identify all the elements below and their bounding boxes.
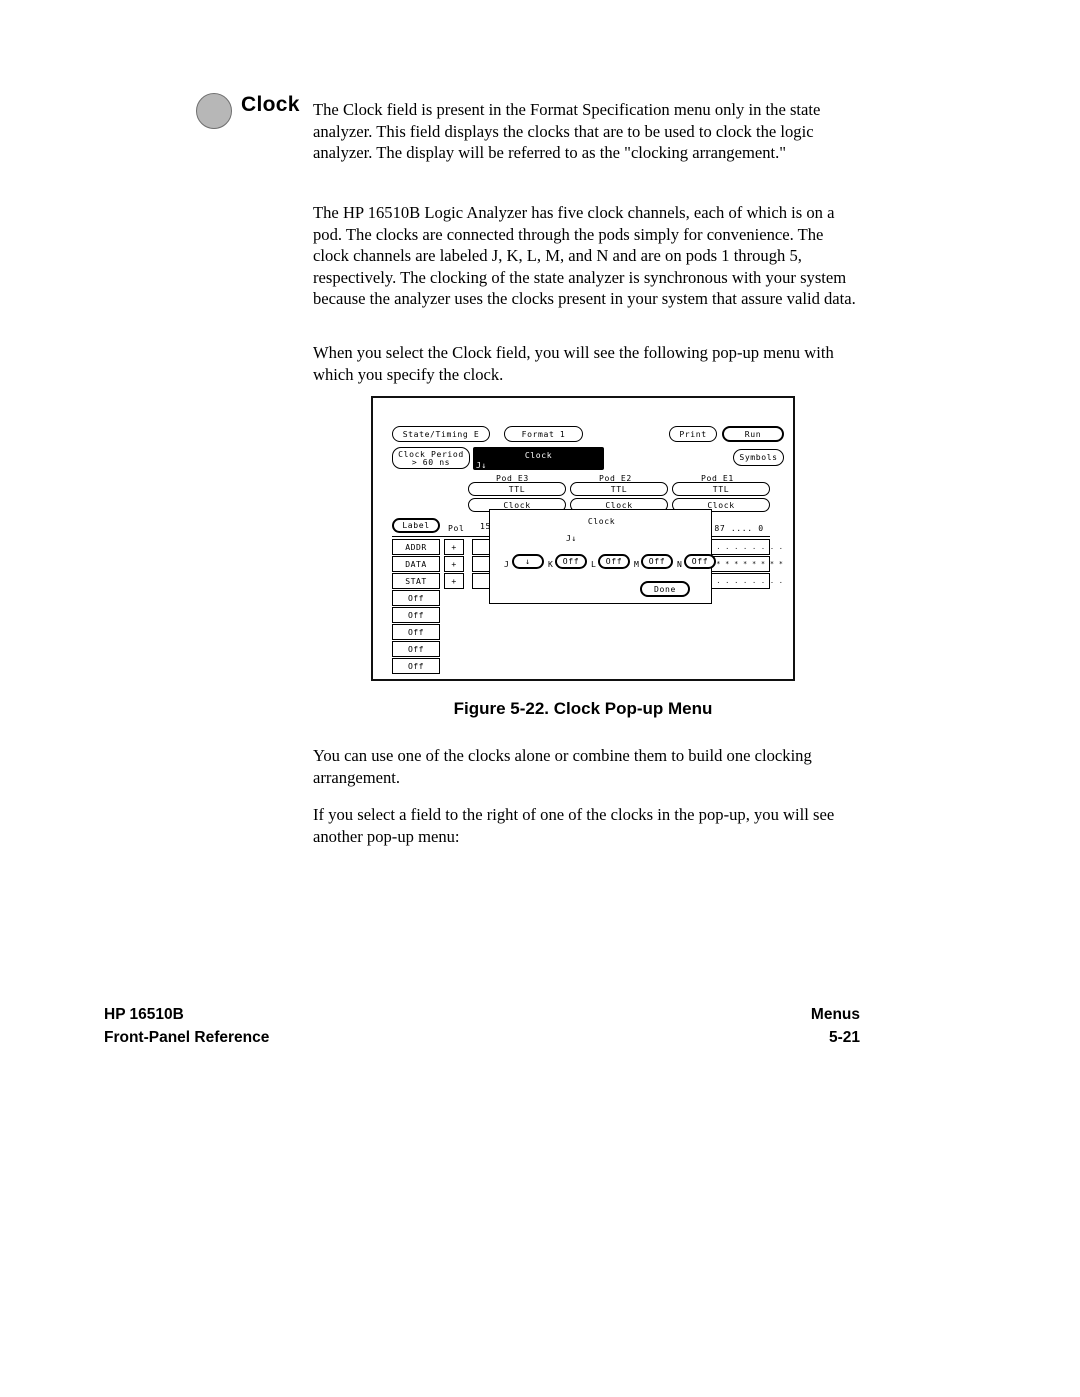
clock-n-field[interactable]: Off (684, 554, 716, 569)
clock-period-field[interactable]: Clock Period > 60 ns (392, 447, 470, 469)
pol-row-data[interactable]: + (444, 556, 464, 572)
figure-screenshot-frame: State/Timing E Format 1 Print Run Symbol… (371, 396, 795, 681)
paragraph-text: The Clock field is present in the Format… (313, 100, 821, 162)
gray-circle-bullet-icon (196, 93, 232, 129)
footer-section: Menus (810, 1006, 860, 1023)
page-footer: HP 16510B Menus Front-Panel Reference 5-… (104, 1003, 860, 1049)
footer-product: HP 16510B (104, 1006, 184, 1023)
footer-row-top: HP 16510B Menus (104, 1003, 860, 1026)
footer-row-bottom: Front-Panel Reference 5-21 (104, 1026, 860, 1049)
paragraph-popup-intro: When you select the Clock field, you wil… (313, 342, 859, 385)
analyzer-screen: State/Timing E Format 1 Print Run Symbol… (380, 406, 786, 674)
clock-field-selected[interactable]: Clock J↓ (473, 447, 604, 470)
paragraph-clock-channels: The HP 16510B Logic Analyzer has five cl… (313, 202, 859, 310)
popup-title: Clock (587, 516, 616, 526)
page-title: Clock (241, 93, 300, 116)
label-button[interactable]: Label (392, 518, 440, 533)
pod-threshold-e2[interactable]: TTL (570, 482, 668, 496)
label-row-off-5[interactable]: Off (392, 658, 440, 674)
label-row-off-4[interactable]: Off (392, 641, 440, 657)
clock-field-title: Clock (524, 450, 553, 460)
clock-field-arrangement: J↓ (476, 460, 487, 470)
clock-n-label: N (677, 559, 683, 569)
clock-j-field[interactable]: ↓ (512, 554, 544, 569)
figure-caption: Figure 5-22. Clock Pop-up Menu (453, 699, 713, 718)
clock-k-field[interactable]: Off (555, 554, 587, 569)
symbols-button[interactable]: Symbols (733, 449, 784, 466)
section-heading: Clock (196, 92, 316, 129)
paragraph-combine-clocks: You can use one of the clocks alone or c… (313, 745, 859, 788)
paragraph-text: You can use one of the clocks alone or c… (313, 746, 812, 787)
clock-m-field[interactable]: Off (641, 554, 673, 569)
pod-threshold-e3[interactable]: TTL (468, 482, 566, 496)
pol-row-stat[interactable]: + (444, 573, 464, 589)
footer-page-number: 5-21 (828, 1029, 860, 1046)
clock-period-value: > 60 ns (411, 457, 451, 467)
label-row-data[interactable]: DATA (392, 556, 440, 572)
paragraph-clock-field: The Clock field is present in the Format… (313, 99, 859, 164)
paragraph-text: The HP 16510B Logic Analyzer has five cl… (313, 203, 856, 308)
paragraph-text: If you select a field to the right of on… (313, 805, 835, 846)
label-row-off-1[interactable]: Off (392, 590, 440, 606)
pol-row-addr[interactable]: + (444, 539, 464, 555)
menu-select-field[interactable]: Format 1 (504, 426, 583, 442)
pod-threshold-e1[interactable]: TTL (672, 482, 770, 496)
clock-l-field[interactable]: Off (598, 554, 630, 569)
analyzer-select-field[interactable]: State/Timing E (392, 426, 490, 442)
paragraph-text: When you select the Clock field, you wil… (313, 343, 834, 384)
print-button[interactable]: Print (669, 426, 717, 442)
clock-k-label: K (548, 559, 554, 569)
label-row-addr[interactable]: ADDR (392, 539, 440, 555)
label-row-off-3[interactable]: Off (392, 624, 440, 640)
clock-l-label: L (591, 559, 597, 569)
popup-arrangement: J↓ (566, 533, 577, 543)
footer-manual-title: Front-Panel Reference (104, 1029, 270, 1046)
clock-popup-menu: Clock J↓ J ↓ K Off L Off M Off N Off Don… (489, 509, 716, 604)
run-button[interactable]: Run (722, 426, 784, 442)
label-row-off-2[interactable]: Off (392, 607, 440, 623)
done-button[interactable]: Done (640, 581, 690, 597)
label-row-stat[interactable]: STAT (392, 573, 440, 589)
paragraph-another-popup: If you select a field to the right of on… (313, 804, 859, 847)
clock-j-label: J (504, 559, 510, 569)
clock-m-label: M (634, 559, 640, 569)
pol-column-header: Pol (448, 523, 465, 533)
